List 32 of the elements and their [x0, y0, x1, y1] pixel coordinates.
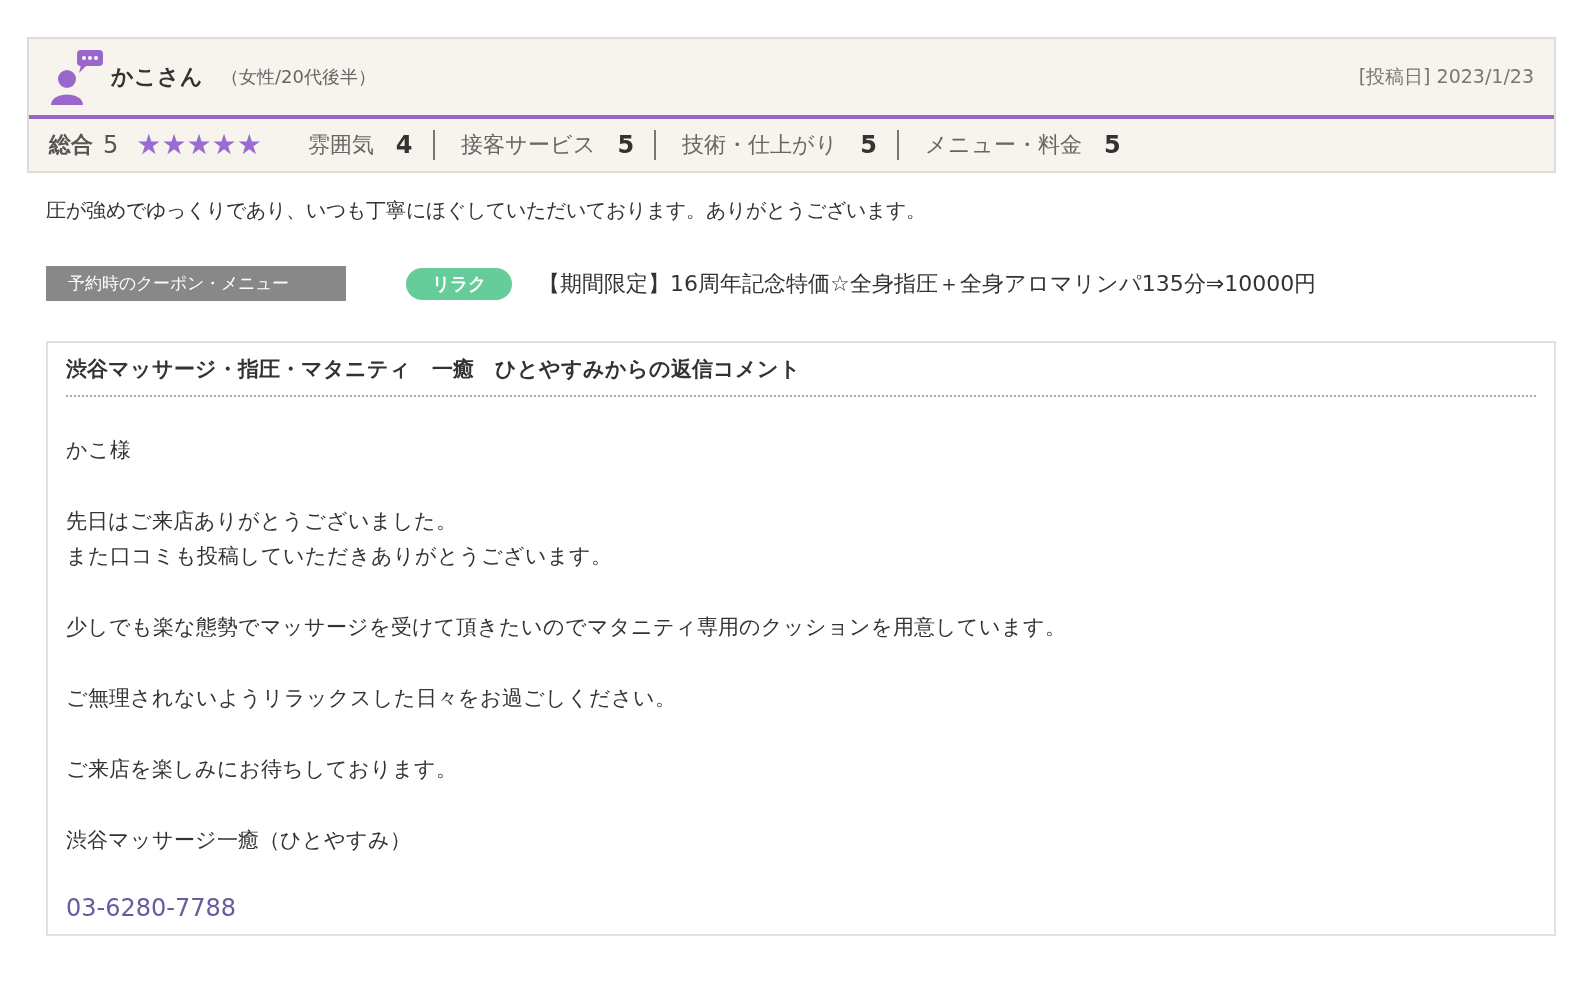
- rating-score: 5: [617, 131, 635, 159]
- category-tag: リラク: [406, 267, 512, 300]
- rating-score: 5: [1103, 131, 1121, 159]
- coupon-title: 【期間限定】16周年記念特価☆全身指圧＋全身アロマリンパ135分⇒10000円: [538, 269, 1317, 298]
- star-icon: ★: [211, 131, 237, 159]
- reply-text: 渋谷マッサージ一癒（ひとやすみ）: [66, 827, 412, 854]
- phone-link[interactable]: 03-6280-7788: [66, 894, 236, 922]
- reply-text: ご来店を楽しみにお待ちしております。: [66, 756, 458, 783]
- reply-text: ご無理されないようリラックスした日々をお過ごしください。: [66, 685, 677, 712]
- author-profile: （女性/20代後半）: [221, 65, 376, 89]
- posted-date: [投稿日] 2023/1/23: [1358, 64, 1534, 89]
- review-comment: 圧が強めでゆっくりであり、いつも丁寧にほぐしていただいております。ありがとうございます。: [46, 197, 927, 224]
- rating-label: メニュー・料金: [924, 131, 1082, 159]
- rating-label: 雰囲気: [307, 131, 374, 159]
- rating-score: 4: [395, 131, 413, 159]
- rating-label: 総合: [49, 131, 93, 159]
- rating-label: 技術・仕上がり: [682, 131, 839, 159]
- reply-text: 先日はご来店ありがとうございました。: [66, 508, 458, 535]
- reply-text: また口コミも投稿していただきありがとうございます。: [66, 543, 613, 570]
- reply-title: 渋谷マッサージ・指圧・マタニティ 一癒 ひとやすみからの返信コメント: [66, 355, 1536, 397]
- rating-label: 接客サービス: [460, 131, 596, 159]
- coupon-label: 予約時のクーポン・メニュー: [46, 266, 346, 301]
- rating-score: 5: [103, 131, 119, 159]
- user-chat-icon: [49, 49, 105, 105]
- reply-text: かこ様: [66, 437, 132, 464]
- rating-score: 5: [860, 131, 877, 159]
- star-icon: ★: [186, 131, 212, 159]
- author-name: かこさん: [111, 63, 203, 91]
- star-icon: ★: [136, 131, 162, 159]
- reply-text: 少しでも楽な態勢でマッサージを受けて頂きたいのでマタニティ専用のクッションを用意しています。: [66, 614, 1067, 641]
- star-icon: ★: [161, 131, 187, 159]
- star-icon: ★: [236, 131, 262, 159]
